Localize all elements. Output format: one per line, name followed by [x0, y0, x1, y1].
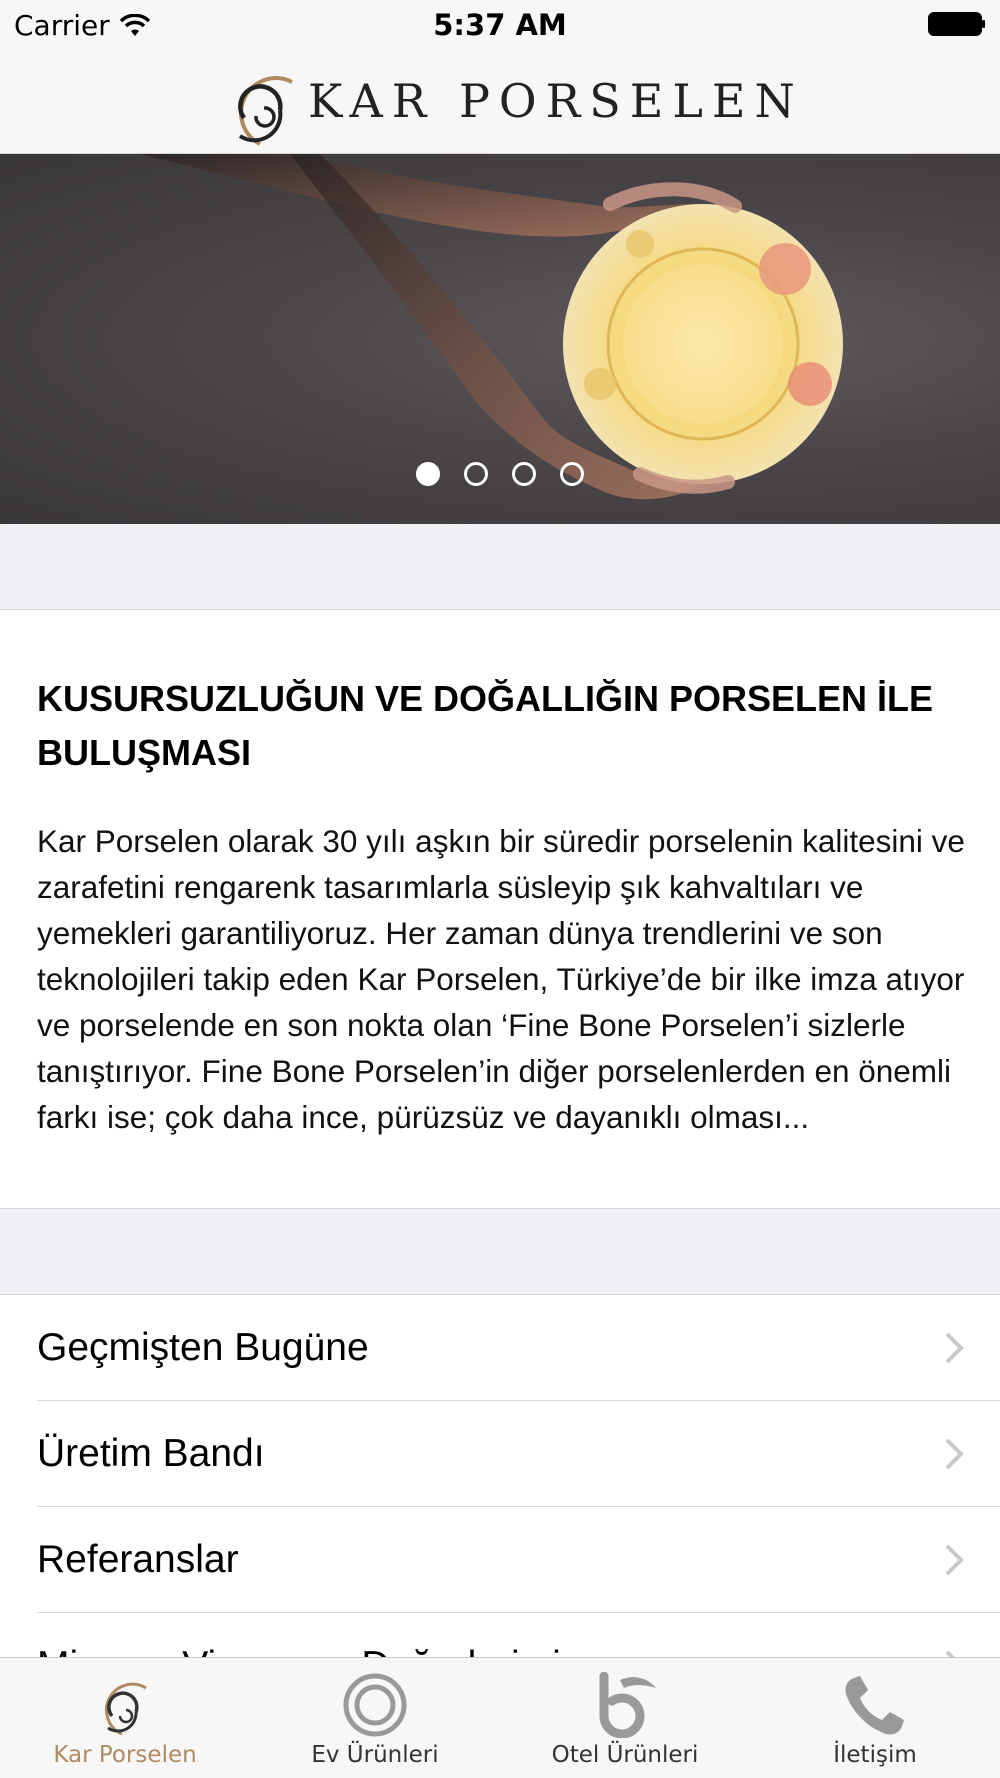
tab-label: Otel Ürünleri — [551, 1742, 699, 1768]
carousel-dot-4[interactable] — [560, 462, 584, 486]
menu-item-referanslar[interactable]: Referanslar — [0, 1507, 1000, 1613]
nav-bar: KAR PORSELEN — [0, 50, 1000, 154]
chevron-right-icon — [945, 1544, 964, 1576]
carousel-dot-1[interactable] — [416, 462, 440, 486]
tab-label: Ev Ürünleri — [311, 1742, 439, 1768]
phone-icon — [845, 1676, 904, 1735]
tab-kar-porselen[interactable]: Kar Porselen — [0, 1658, 250, 1778]
brand-logo: KAR PORSELEN — [220, 54, 795, 150]
carousel-dot-3[interactable] — [512, 462, 536, 486]
tab-label: İletişim — [833, 1742, 917, 1768]
menu-item-label: Geçmişten Bugüne — [37, 1326, 369, 1369]
carousel-page-indicator[interactable] — [0, 462, 1000, 486]
status-bar: Carrier 5:37 AM — [0, 0, 1000, 50]
menu-item-gecmisten-bugune[interactable]: Geçmişten Bugüne — [0, 1295, 1000, 1401]
hero-carousel[interactable] — [0, 154, 1000, 524]
kar-porselen-logo-icon — [105, 1682, 147, 1736]
carousel-dot-2[interactable] — [464, 462, 488, 486]
tab-ev-urunleri[interactable]: Ev Ürünleri — [250, 1658, 500, 1778]
menu-item-label: Referanslar — [37, 1538, 239, 1581]
intro-body: Kar Porselen olarak 30 yılı aşkın bir sü… — [37, 823, 965, 1135]
status-time: 5:37 AM — [433, 8, 567, 42]
intro-title: KUSURSUZLUĞUN VE DOĞALLIĞIN PORSELEN İLE… — [37, 678, 934, 773]
menu-item-label: Üretim Bandı — [37, 1432, 265, 1475]
tab-iletisim[interactable]: İletişim — [750, 1658, 1000, 1778]
swirl-logo-icon — [238, 76, 293, 146]
brand-name: KAR PORSELEN — [308, 74, 804, 128]
menu-list: Geçmişten Bugüne Üretim Bandı Referansla… — [0, 1294, 1000, 1714]
intro-card: KUSURSUZLUĞUN VE DOĞALLIĞIN PORSELEN İLE… — [0, 609, 1000, 1209]
ring-icon — [343, 1673, 407, 1737]
b-logo-icon — [599, 1672, 656, 1738]
tab-otel-urunleri[interactable]: Otel Ürünleri — [500, 1658, 750, 1778]
menu-item-uretim-bandi[interactable]: Üretim Bandı — [0, 1401, 1000, 1507]
tab-bar: Kar Porselen Ev Ürünleri Otel Ürünleri İ… — [0, 1657, 1000, 1778]
battery-icon — [928, 12, 985, 36]
tab-label: Kar Porselen — [53, 1742, 197, 1768]
chevron-right-icon — [945, 1438, 964, 1470]
chevron-right-icon — [945, 1332, 964, 1364]
